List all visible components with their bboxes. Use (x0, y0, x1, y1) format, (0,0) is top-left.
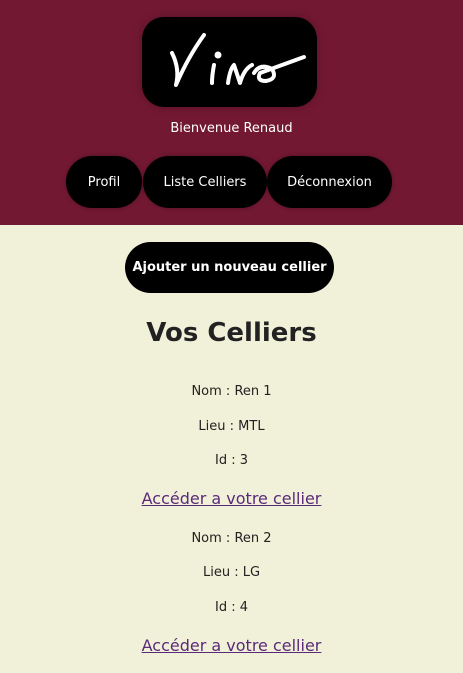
nav-profil-button[interactable]: Profil (66, 156, 142, 208)
cellier-1-link-wrap: Accéder a votre cellier (0, 489, 463, 508)
cellier-2-nom: Nom : Ren 2 (191, 531, 272, 546)
page-title: Vos Celliers (146, 318, 317, 348)
cellier-1-id: Id : 3 (214, 453, 248, 468)
add-cellier-button[interactable]: Ajouter un nouveau cellier (125, 242, 334, 293)
cellier-2-link-wrap: Accéder a votre cellier (0, 636, 463, 655)
cellier-1-access-link[interactable]: Accéder a votre cellier (142, 489, 322, 508)
cellier-1-nom: Nom : Ren 1 (191, 384, 272, 399)
welcome-message: Bienvenue Renaud (170, 121, 293, 136)
cellier-2-id: Id : 4 (214, 600, 248, 615)
cellier-2-lieu: Lieu : LG (202, 565, 261, 580)
nav-deconnexion-button[interactable]: Déconnexion (267, 156, 392, 208)
site-header: Bienvenue Renaud Profil Liste Celliers D… (0, 0, 463, 225)
vino-logo-script (170, 33, 306, 87)
cellier-1-lieu: Lieu : MTL (198, 419, 265, 434)
vino-logo[interactable] (142, 17, 317, 107)
nav-liste-celliers-button[interactable]: Liste Celliers (143, 156, 267, 208)
cellier-2-access-link[interactable]: Accéder a votre cellier (142, 636, 322, 655)
